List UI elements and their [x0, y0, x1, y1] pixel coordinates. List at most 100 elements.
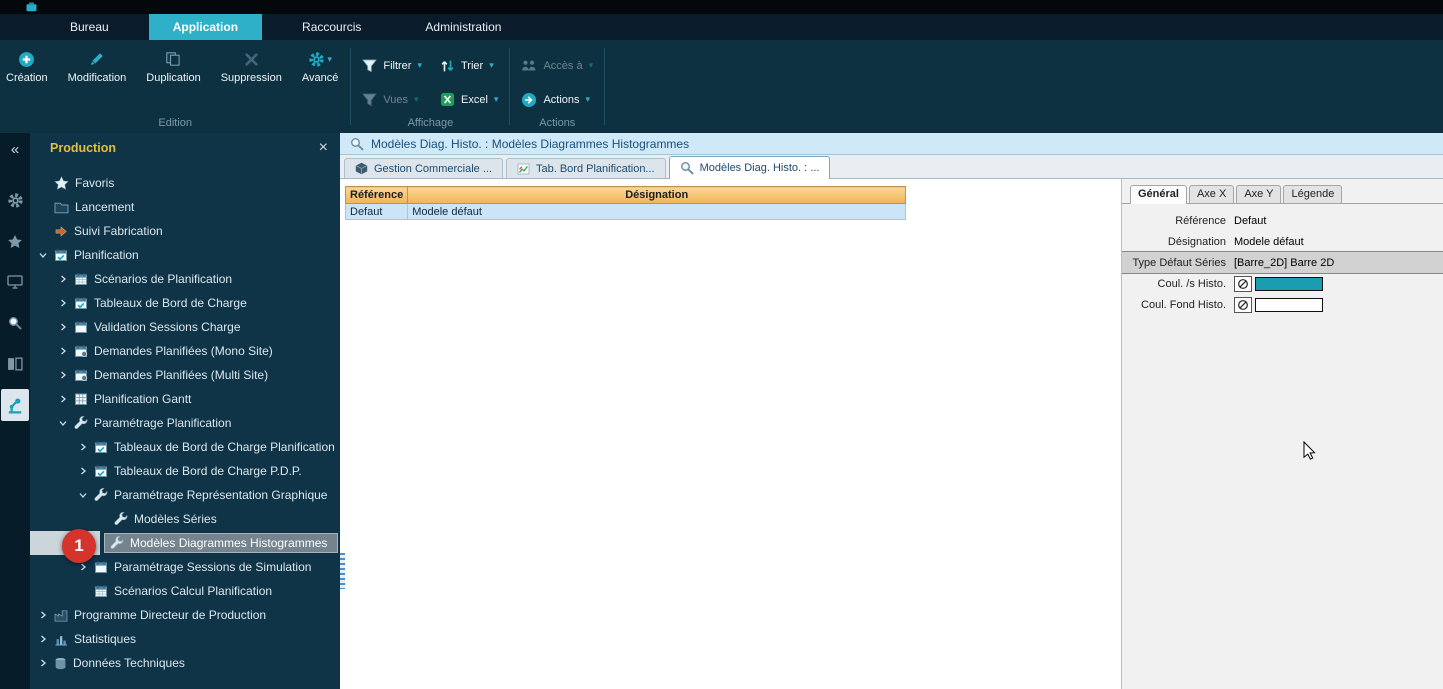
- wrench-icon: [94, 488, 108, 502]
- nav-item-label: Validation Sessions Charge: [94, 320, 241, 334]
- column-header-reference[interactable]: Référence: [346, 187, 408, 204]
- chevron-right-icon[interactable]: [78, 467, 88, 475]
- calendar-check-icon: [74, 296, 88, 310]
- nav-item-tableaux-de-bord-de-charge-planification[interactable]: Tableaux de Bord de Charge Planification: [30, 435, 340, 459]
- avance-button[interactable]: ▾Avancé: [292, 48, 349, 86]
- collapse-panel-button[interactable]: «: [11, 141, 19, 158]
- nav-item-label: Modèles Diagrammes Histogrammes: [130, 536, 327, 550]
- magnifier-icon: [350, 137, 364, 151]
- prop-row-type-defaut-series[interactable]: Type Défaut Séries[Barre_2D] Barre 2D: [1122, 252, 1443, 273]
- nav-item-modeles-series[interactable]: Modèles Séries: [30, 507, 340, 531]
- button-label: Création: [6, 72, 48, 84]
- chevron-right-icon[interactable]: [58, 275, 68, 283]
- nav-item-favoris[interactable]: Favoris: [30, 171, 340, 195]
- chevron-down-icon[interactable]: [38, 251, 48, 259]
- calendar-gear-icon: [74, 368, 88, 382]
- splitter-grip[interactable]: [340, 553, 345, 589]
- prop-row-designation[interactable]: DésignationModele défaut: [1122, 231, 1443, 252]
- chevron-right-icon[interactable]: [78, 443, 88, 451]
- menu-tab-administration[interactable]: Administration: [401, 14, 525, 40]
- color-picker-button[interactable]: [1234, 276, 1252, 292]
- chevron-right-icon[interactable]: [38, 659, 48, 667]
- work-area: RéférenceDésignationDefautModele défaut …: [340, 179, 1443, 689]
- prop-tab-general[interactable]: Général: [1130, 185, 1187, 204]
- chevron-right-icon[interactable]: [58, 323, 68, 331]
- nav-item-scenarios-de-planification[interactable]: Scénarios de Planification: [30, 267, 340, 291]
- duplication-button[interactable]: Duplication: [136, 48, 210, 86]
- color-swatch[interactable]: [1255, 298, 1323, 312]
- doc-tab-tab-bord-planification[interactable]: Tab. Bord Planification...: [506, 158, 666, 178]
- document-tab-bar: Gestion Commerciale ...Tab. Bord Planifi…: [340, 155, 1443, 179]
- strip-settings-button[interactable]: [1, 184, 29, 216]
- chev-right-icon: [59, 323, 67, 331]
- nav-item-planification[interactable]: Planification: [30, 243, 340, 267]
- nav-item-parametrage-planification[interactable]: Paramétrage Planification: [30, 411, 340, 435]
- chevron-right-icon[interactable]: [38, 635, 48, 643]
- nav-item-parametrage-representation-graphique[interactable]: Paramétrage Représentation Graphique: [30, 483, 340, 507]
- button-label: Actions: [543, 94, 579, 106]
- chevron-right-icon[interactable]: [58, 299, 68, 307]
- nav-item-donnees-techniques[interactable]: Données Techniques: [30, 651, 340, 675]
- nav-item-lancement[interactable]: Lancement: [30, 195, 340, 219]
- column-header-designation[interactable]: Désignation: [408, 187, 906, 204]
- nav-item-suivi-fabrication[interactable]: Suivi Fabrication: [30, 219, 340, 243]
- vues-button[interactable]: Vues▾: [353, 88, 431, 111]
- nav-item-statistiques[interactable]: Statistiques: [30, 627, 340, 651]
- suppression-button[interactable]: Suppression: [211, 48, 292, 86]
- doc-tab-modeles-diag-histo[interactable]: Modèles Diag. Histo. : ...: [669, 156, 831, 179]
- color-swatch[interactable]: [1255, 277, 1323, 291]
- app-logo-icon: [26, 2, 37, 13]
- modification-button[interactable]: Modification: [58, 48, 137, 86]
- close-panel-button[interactable]: ×: [319, 139, 328, 157]
- nav-item-label: Lancement: [75, 200, 134, 214]
- actions-button[interactable]: Actions▾: [512, 88, 602, 111]
- prop-row-reference[interactable]: RéférenceDefaut: [1122, 210, 1443, 231]
- chev-right-icon: [59, 275, 67, 283]
- strip-layout-button[interactable]: [1, 348, 29, 380]
- nav-item-scenarios-calcul-planification[interactable]: Scénarios Calcul Planification: [30, 579, 340, 603]
- strip-desktop-button[interactable]: [1, 266, 29, 298]
- chevron-right-icon[interactable]: [38, 611, 48, 619]
- doc-tab-gestion-commerciale[interactable]: Gestion Commerciale ...: [344, 158, 503, 178]
- creation-button[interactable]: Création: [2, 48, 58, 86]
- chev-right-icon: [59, 371, 67, 379]
- ribbon-toolbar: Création ModificationDuplicationSuppressi…: [0, 40, 1443, 133]
- menu-tab-bureau[interactable]: Bureau: [46, 14, 133, 40]
- picker-icon: [1237, 278, 1249, 290]
- strip-production-button[interactable]: [1, 389, 29, 421]
- document-title-bar: Modèles Diag. Histo. : Modèles Diagramme…: [340, 133, 1443, 155]
- strip-favorites-button[interactable]: [1, 225, 29, 257]
- nav-item-tableaux-de-bord-de-charge-p-d-p[interactable]: Tableaux de Bord de Charge P.D.P.: [30, 459, 340, 483]
- chevron-down-icon[interactable]: [58, 419, 68, 427]
- chevron-right-icon[interactable]: [58, 371, 68, 379]
- prop-row-coul-s-histo[interactable]: Coul. /s Histo.: [1122, 273, 1443, 294]
- nav-item-planification-gantt[interactable]: Planification Gantt: [30, 387, 340, 411]
- prop-tab-axe-x[interactable]: Axe X: [1189, 185, 1234, 203]
- menu-tab-application[interactable]: Application: [149, 14, 262, 40]
- ribbon-group-affichage: Filtrer▾Vues▾Trier▾Excel▾Affichage: [351, 40, 509, 133]
- main-area: « Production × FavorisLancementSuivi Fab…: [0, 133, 1443, 689]
- go-arrow-icon: [54, 225, 68, 238]
- prop-value: Modele défaut: [1234, 236, 1304, 248]
- excel-button[interactable]: Excel▾: [431, 88, 507, 111]
- trier-button[interactable]: Trier▾: [431, 54, 507, 77]
- nav-item-demandes-planifiees-mono-site[interactable]: Demandes Planifiées (Mono Site): [30, 339, 340, 363]
- chevron-right-icon[interactable]: [78, 563, 88, 571]
- table-row[interactable]: DefautModele défaut: [346, 204, 906, 220]
- nav-item-validation-sessions-charge[interactable]: Validation Sessions Charge: [30, 315, 340, 339]
- nav-item-tableaux-de-bord-de-charge[interactable]: Tableaux de Bord de Charge: [30, 291, 340, 315]
- nav-item-programme-directeur-de-production[interactable]: Programme Directeur de Production: [30, 603, 340, 627]
- color-picker-button[interactable]: [1234, 297, 1252, 313]
- chevron-down-icon[interactable]: [78, 491, 88, 499]
- nav-item-demandes-planifiees-multi-site[interactable]: Demandes Planifiées (Multi Site): [30, 363, 340, 387]
- chevron-right-icon[interactable]: [58, 395, 68, 403]
- prop-tab-axe-y[interactable]: Axe Y: [1236, 185, 1281, 203]
- side-icon-strip: «: [0, 133, 30, 689]
- prop-row-coul-fond-histo[interactable]: Coul. Fond Histo.: [1122, 294, 1443, 315]
- acces-a-button[interactable]: Accès à▾: [512, 54, 602, 77]
- menu-tab-raccourcis[interactable]: Raccourcis: [278, 14, 385, 40]
- strip-search-button[interactable]: [1, 307, 29, 339]
- chevron-right-icon[interactable]: [58, 347, 68, 355]
- filtrer-button[interactable]: Filtrer▾: [353, 54, 431, 77]
- prop-tab-legende[interactable]: Légende: [1283, 185, 1342, 203]
